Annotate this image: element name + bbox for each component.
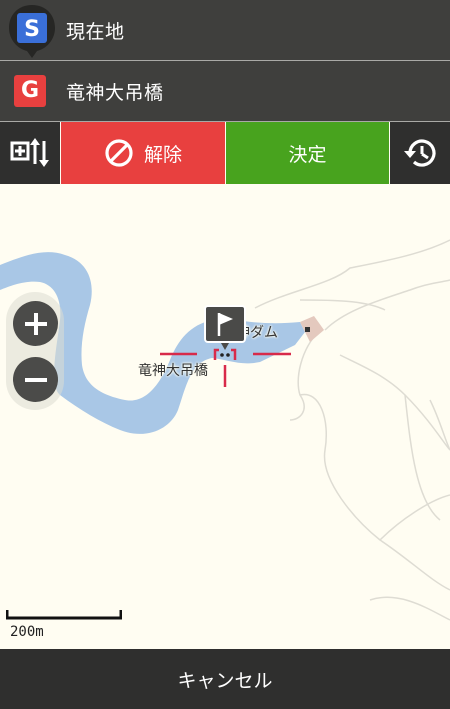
map-canvas xyxy=(0,239,450,621)
destination-flag-marker[interactable] xyxy=(204,305,246,351)
cancel-bottom-label: キャンセル xyxy=(177,669,273,692)
start-point-row[interactable]: S 現在地 xyxy=(0,0,450,60)
release-button[interactable]: 解除 xyxy=(61,122,225,184)
zoom-control xyxy=(6,292,64,410)
action-toolbar: 解除 決定 xyxy=(0,122,450,184)
map-label-bridge: 竜神大吊橋 xyxy=(138,363,208,379)
confirm-button-label: 決定 xyxy=(288,143,327,166)
goal-point-row[interactable]: G 竜神大吊橋 xyxy=(0,61,450,121)
route-swap-icon xyxy=(10,138,49,167)
history-icon xyxy=(404,139,436,167)
goal-badge-icon: G xyxy=(14,75,46,107)
prohibit-icon xyxy=(105,139,133,167)
start-point-label: 現在地 xyxy=(66,20,125,43)
zoom-in-icon xyxy=(24,312,47,335)
route-swap-button[interactable] xyxy=(0,122,60,184)
confirm-button[interactable]: 決定 xyxy=(226,122,389,184)
flag-icon xyxy=(204,305,246,350)
map-view[interactable]: 竜神ダム 竜神大吊橋 200m xyxy=(0,184,450,649)
scale-label: 200m xyxy=(10,624,44,640)
svg-text:S: S xyxy=(24,17,40,42)
zoom-out-icon xyxy=(24,377,47,382)
scale-bar xyxy=(6,610,122,620)
cancel-bottom-button[interactable]: キャンセル xyxy=(0,649,450,709)
zoom-in-button[interactable] xyxy=(13,301,58,346)
release-button-label: 解除 xyxy=(143,143,182,166)
history-button[interactable] xyxy=(390,122,450,184)
start-pin-icon: S xyxy=(7,3,57,59)
goal-point-label: 竜神大吊橋 xyxy=(66,81,164,104)
zoom-out-button[interactable] xyxy=(13,357,58,402)
